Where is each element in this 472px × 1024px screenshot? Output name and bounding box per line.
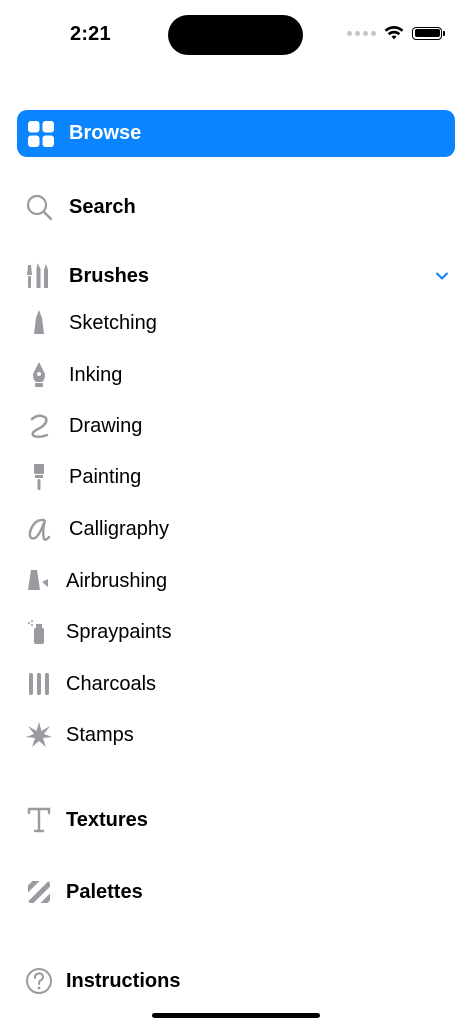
brush-item-label: Calligraphy xyxy=(69,517,170,540)
paint-brush-icon xyxy=(34,464,44,490)
status-time: 2:21 xyxy=(70,23,111,45)
menu-item-brushes[interactable]: Brushes xyxy=(0,261,472,291)
brush-item-calligraphy[interactable]: Calligraphy xyxy=(0,514,472,544)
menu-item-instructions[interactable]: Instructions xyxy=(0,966,472,996)
brush-item-painting[interactable]: Painting xyxy=(0,462,472,492)
question-icon xyxy=(26,968,52,994)
brush-item-label: Drawing xyxy=(69,414,143,437)
battery-icon xyxy=(412,26,445,40)
brush-item-spraypaints[interactable]: Spraypaints xyxy=(0,617,472,647)
menu-item-search[interactable]: Search xyxy=(0,192,472,222)
text-icon xyxy=(27,807,51,833)
home-indicator[interactable] xyxy=(152,1013,320,1018)
brush-item-label: Stamps xyxy=(66,723,134,746)
spray-can-icon xyxy=(28,620,44,644)
pen-nib-icon xyxy=(33,362,45,387)
brush-item-label: Spraypaints xyxy=(66,620,172,643)
menu-item-textures[interactable]: Textures xyxy=(0,805,472,835)
brush-item-sketching[interactable]: Sketching xyxy=(0,308,472,338)
menu-item-label: Browse xyxy=(69,122,142,144)
brush-item-inking[interactable]: Inking xyxy=(0,360,472,390)
brush-item-label: Sketching xyxy=(69,311,157,334)
wifi-icon xyxy=(384,25,404,40)
signal-dots-icon xyxy=(347,30,376,36)
brush-item-stamps[interactable]: Stamps xyxy=(0,720,472,750)
brush-item-label: Inking xyxy=(69,363,123,386)
brush-item-label: Charcoals xyxy=(66,672,157,695)
brush-item-airbrushing[interactable]: Airbrushing xyxy=(0,566,472,596)
brush-item-label: Airbrushing xyxy=(66,569,168,592)
palette-stripes-icon xyxy=(28,881,50,903)
scribble-icon xyxy=(30,414,49,439)
brush-item-drawing[interactable]: Drawing xyxy=(0,411,472,441)
pencil-tip-icon xyxy=(34,310,44,334)
chevron-down-icon[interactable] xyxy=(434,268,450,284)
airbrush-icon xyxy=(28,570,48,590)
status-icons xyxy=(347,25,445,41)
search-icon xyxy=(26,194,53,221)
menu-item-label: Textures xyxy=(66,808,148,831)
menu-item-label: Palettes xyxy=(66,880,143,903)
menu-item-label: Instructions xyxy=(66,969,181,992)
menu-item-browse[interactable]: Browse xyxy=(17,110,455,157)
starburst-icon xyxy=(26,722,52,747)
calligraphy-a-icon xyxy=(28,518,51,541)
charcoal-sticks-icon xyxy=(29,673,49,695)
menu-item-label: Search xyxy=(69,195,136,218)
grid-icon xyxy=(28,121,54,147)
menu-item-label: Brushes xyxy=(69,264,150,287)
dynamic-island xyxy=(168,15,303,55)
brush-item-charcoals[interactable]: Charcoals xyxy=(0,669,472,699)
menu-item-palettes[interactable]: Palettes xyxy=(0,877,472,907)
brush-item-label: Painting xyxy=(69,465,142,488)
brushes-icon xyxy=(27,263,48,288)
